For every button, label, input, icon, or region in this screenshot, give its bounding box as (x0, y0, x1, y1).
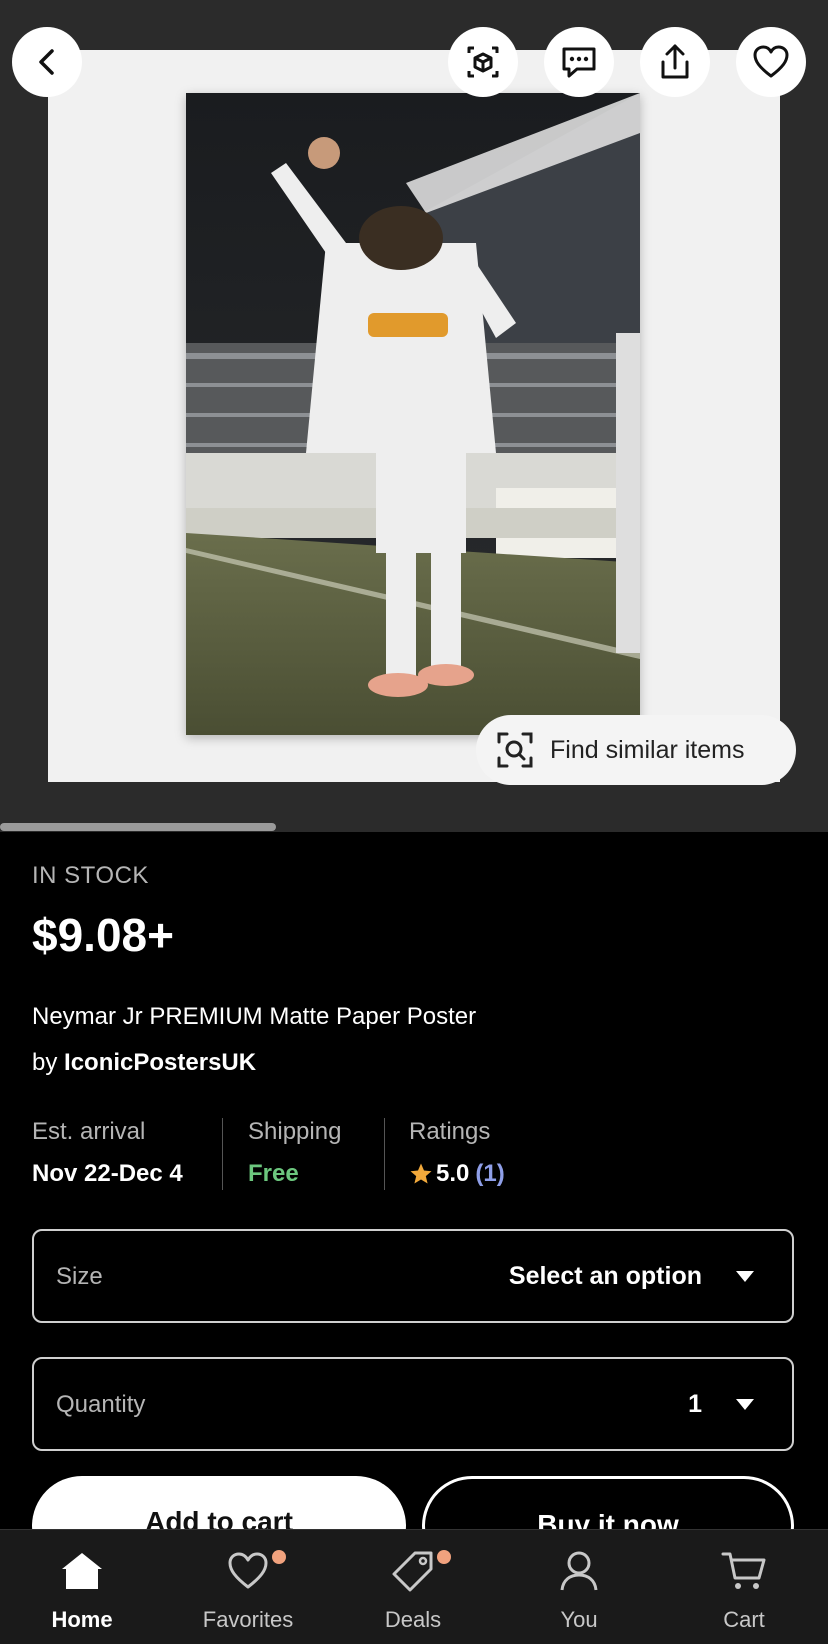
cart-icon (721, 1552, 766, 1589)
home-icon (62, 1553, 102, 1589)
seller-prefix: by (32, 1049, 58, 1076)
nav-deals-label: Deals (384, 1607, 442, 1632)
person-icon (560, 1551, 598, 1591)
view-in-room-button[interactable] (448, 27, 518, 97)
favorite-button[interactable] (736, 27, 806, 97)
product-title: Neymar Jr PREMIUM Matte Paper Poster (32, 1003, 477, 1030)
info-divider (222, 1118, 223, 1190)
notification-dot (272, 1550, 286, 1564)
seller-name-link[interactable]: IconicPostersUK (64, 1049, 256, 1076)
quantity-value: 1 (688, 1390, 702, 1418)
back-button[interactable] (12, 27, 82, 97)
ratings-info[interactable]: Ratings 5.0 (1) (409, 1118, 505, 1190)
shipping-info: Shipping Free (248, 1118, 341, 1190)
nav-favorites-label: Favorites (202, 1607, 294, 1632)
quantity-select[interactable]: Quantity 1 (32, 1357, 794, 1451)
price: $9.08+ (32, 909, 174, 961)
size-select[interactable]: Size Select an option (32, 1229, 794, 1323)
rating-count[interactable]: (1) (475, 1160, 504, 1188)
nav-you[interactable]: You (499, 1530, 659, 1644)
arrival-label: Est. arrival (32, 1118, 146, 1145)
heart-icon (753, 45, 789, 78)
nav-deals[interactable]: Deals (333, 1530, 493, 1644)
shipping-value: Free (248, 1160, 299, 1187)
notification-dot (437, 1550, 451, 1564)
info-divider (384, 1118, 385, 1190)
arrival-value: Nov 22-Dec 4 (32, 1160, 183, 1187)
nav-home[interactable]: Home (2, 1530, 162, 1644)
caret-down-icon (736, 1271, 754, 1282)
chevron-left-icon (39, 49, 54, 75)
poster-photo (186, 93, 640, 735)
ar-cube-icon (467, 46, 499, 78)
size-value: Select an option (508, 1262, 702, 1290)
nav-you-label: You (560, 1607, 598, 1632)
share-button[interactable] (640, 27, 710, 97)
shipping-label: Shipping (248, 1118, 342, 1145)
bottom-nav: Home Favorites Deals You Cart (0, 1529, 828, 1644)
gallery-scroll-indicator (0, 823, 276, 831)
tag-icon (392, 1551, 433, 1592)
rating-value: 5.0 (436, 1160, 470, 1187)
nav-favorites[interactable]: Favorites (168, 1530, 328, 1644)
visual-search-icon (496, 731, 534, 769)
chat-icon (562, 47, 596, 78)
heart-icon (228, 1552, 268, 1589)
size-label: Size (56, 1263, 103, 1290)
star-icon (410, 1163, 432, 1184)
seller-line: by IconicPostersUK (32, 1049, 256, 1077)
nav-cart[interactable]: Cart (664, 1530, 824, 1644)
product-image[interactable] (186, 93, 640, 735)
nav-cart-label: Cart (723, 1607, 765, 1632)
ratings-label: Ratings (409, 1118, 491, 1145)
ratings-value: 5.0 (1) (409, 1160, 505, 1188)
find-similar-button[interactable]: Find similar items (476, 715, 796, 785)
arrival-info: Est. arrival Nov 22-Dec 4 (32, 1118, 183, 1190)
caret-down-icon (736, 1399, 754, 1410)
nav-home-label: Home (51, 1607, 113, 1632)
share-icon (661, 44, 689, 79)
stock-status: IN STOCK (32, 862, 149, 889)
quantity-label: Quantity (56, 1391, 146, 1418)
message-seller-button[interactable] (544, 27, 614, 97)
find-similar-label: Find similar items (550, 735, 745, 764)
product-image-gallery[interactable]: Find similar items (0, 0, 828, 832)
